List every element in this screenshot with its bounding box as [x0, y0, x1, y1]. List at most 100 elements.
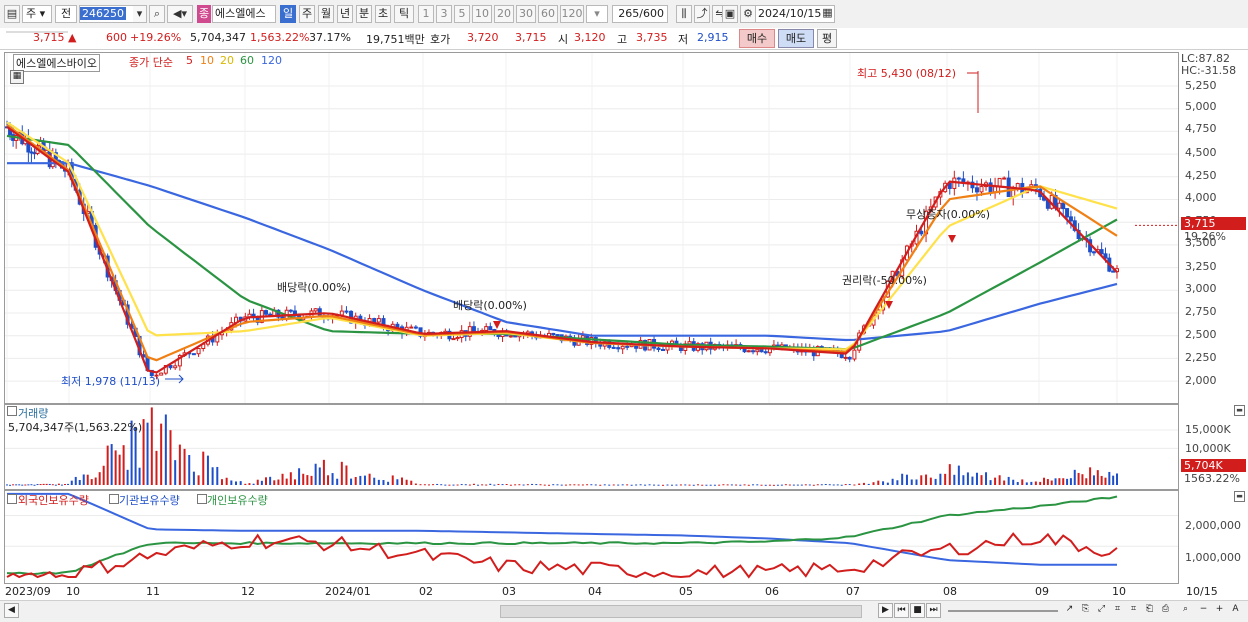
period-year[interactable]: 년 — [337, 5, 353, 23]
last-page-icon[interactable]: ⏭ — [926, 603, 941, 618]
ma5-label: 5 — [186, 54, 193, 67]
volume-bar — [726, 484, 729, 486]
volume-bar — [639, 484, 642, 486]
window-menu-icon[interactable]: ▤ — [4, 5, 20, 23]
period-second[interactable]: 초 — [375, 5, 391, 23]
volume-bar — [1025, 482, 1028, 485]
pane-checkbox[interactable] — [7, 406, 17, 416]
period-month[interactable]: 월 — [318, 5, 334, 23]
tool-icon-5[interactable]: ⌗ — [1126, 603, 1141, 618]
auto-scale-icon[interactable]: A — [1228, 603, 1243, 618]
interval-30[interactable]: 30 — [516, 5, 536, 23]
candle-body — [471, 326, 476, 332]
volume-bar — [368, 473, 371, 485]
pane-checkbox[interactable] — [7, 494, 17, 504]
legend-checkbox[interactable] — [197, 494, 207, 504]
candle-body — [488, 326, 493, 331]
gear-icon[interactable]: ⚙ — [740, 5, 756, 23]
interval-dropdown[interactable]: ▾ — [586, 5, 608, 23]
volume-bar — [359, 475, 362, 485]
first-page-icon[interactable]: ⏮ — [894, 603, 909, 618]
interval-10[interactable]: 10 — [472, 5, 492, 23]
draw-tool-icon[interactable]: ⤴ — [694, 5, 710, 23]
grid-toggle-icon[interactable]: ▦ — [10, 70, 24, 84]
speaker-icon[interactable]: ◀▾ — [167, 5, 193, 23]
buy-button[interactable]: 매수 — [739, 29, 775, 48]
period-minute[interactable]: 분 — [356, 5, 372, 23]
period-day[interactable]: 일 — [280, 5, 296, 23]
interval-120[interactable]: 120 — [560, 5, 584, 23]
candle-body — [173, 365, 178, 369]
volume-bar — [648, 484, 651, 486]
save-icon[interactable]: ▣ — [722, 5, 738, 23]
scroll-right-icon[interactable]: ▶ — [878, 603, 893, 618]
volume-bar — [188, 454, 191, 485]
interval-5[interactable]: 5 — [454, 5, 470, 23]
tool-icon-2[interactable]: ⎘ — [1078, 603, 1093, 618]
volume-bar — [1100, 475, 1103, 485]
eval-button[interactable]: 평 — [817, 29, 837, 48]
stock-label[interactable]: 에스엘에스바이오 — [13, 54, 100, 72]
volume-bar — [423, 484, 426, 486]
candle-body — [1099, 249, 1104, 255]
prev-button[interactable]: 전 — [55, 5, 77, 23]
search-icon[interactable]: ⌕ — [149, 5, 165, 23]
volume-bar — [1116, 473, 1118, 485]
interval-3[interactable]: 3 — [436, 5, 452, 23]
volume-bar — [45, 483, 48, 485]
x-tick: 2023/09 — [5, 585, 51, 598]
volume-bar — [277, 479, 280, 485]
interval-20[interactable]: 20 — [494, 5, 514, 23]
stock-code-input[interactable]: 246250 — [79, 5, 137, 23]
tool-icon-7[interactable]: ⎙ — [1158, 603, 1173, 618]
volume-bar — [350, 478, 353, 485]
interval-60[interactable]: 60 — [538, 5, 558, 23]
volume-bar — [382, 480, 385, 485]
zoom-in-icon[interactable]: + — [1212, 603, 1227, 618]
annotation-bonus-marker — [948, 235, 956, 243]
tool-icon-3[interactable]: ⤢ — [1094, 603, 1109, 618]
tool-icon-1[interactable]: ↗ — [1062, 603, 1077, 618]
volume-bar — [657, 484, 660, 486]
volume-bar — [756, 484, 759, 486]
volume-bar — [322, 459, 325, 485]
volume-y-tick: 15,000K — [1185, 423, 1231, 436]
volume-bar — [377, 479, 380, 485]
volume-bar — [363, 475, 366, 485]
pane-close-icon[interactable]: ▬ — [1234, 491, 1245, 502]
tool-icon-6[interactable]: ⎗ — [1142, 603, 1157, 618]
candle-type-icon[interactable]: ⫼ — [676, 5, 692, 23]
legend-checkbox[interactable] — [109, 494, 119, 504]
volume-bar — [1069, 478, 1072, 485]
tool-icon-4[interactable]: ⌗ — [1110, 603, 1125, 618]
volume-bar — [828, 484, 831, 486]
scroll-left-icon[interactable]: ◀ — [4, 603, 19, 618]
stock-code-dropdown-icon[interactable]: ▾ — [133, 5, 147, 23]
volume-bar — [468, 484, 471, 486]
interval-1[interactable]: 1 — [418, 5, 434, 23]
volume-bar — [573, 484, 576, 486]
sell-button[interactable]: 매도 — [778, 29, 814, 48]
volume-bar — [265, 477, 267, 485]
stop-icon[interactable]: ■ — [910, 603, 925, 618]
scroll-thumb[interactable] — [500, 605, 862, 618]
pane-close-icon[interactable]: ▬ — [1234, 405, 1245, 416]
calendar-icon[interactable]: ▦ — [820, 5, 835, 23]
volume-bar — [1007, 476, 1010, 485]
count-field[interactable]: 265/600 — [612, 5, 668, 23]
volume-bar — [617, 484, 620, 486]
zoom-out-icon[interactable]: − — [1196, 603, 1211, 618]
volume-bar — [42, 483, 45, 485]
stock-name-field[interactable]: 에스엘에스 — [212, 5, 276, 23]
volume-bar — [33, 484, 36, 486]
period-week[interactable]: 주 — [299, 5, 315, 23]
volume-bar — [768, 484, 771, 486]
magnifier-icon[interactable]: ⌕ — [1178, 603, 1193, 618]
candle-body — [451, 338, 456, 341]
zoom-slider-track[interactable] — [948, 610, 1058, 612]
quote-turnover-rate: 37.17% — [309, 31, 351, 44]
x-tick: 11 — [146, 585, 160, 598]
volume-bar — [612, 484, 615, 486]
market-type-select[interactable]: 주 ▾ — [22, 5, 52, 23]
period-tick[interactable]: 틱 — [394, 5, 414, 23]
